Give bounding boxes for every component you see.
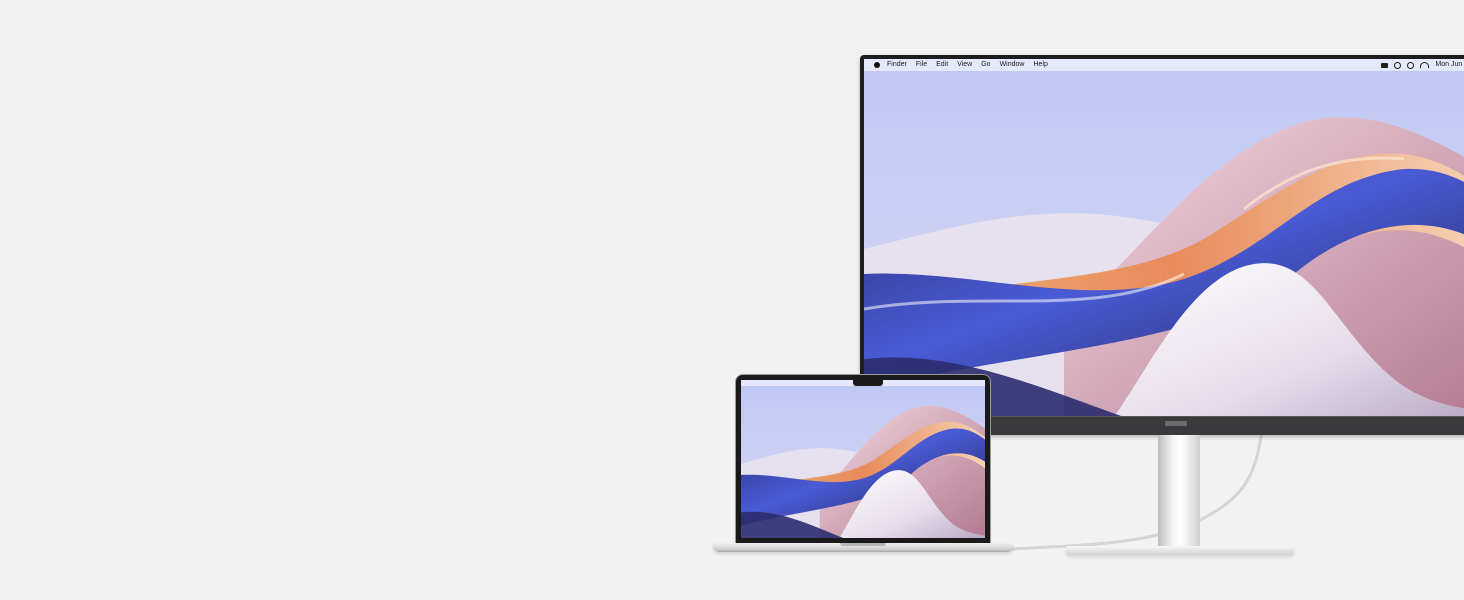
laptop-screen <box>741 380 985 538</box>
wallpaper-image <box>864 59 1464 417</box>
menu-item-help[interactable]: Help <box>1033 59 1047 71</box>
monitor-stand-base <box>1066 546 1294 555</box>
menu-clock[interactable]: Mon Jun 22 <box>1435 59 1464 71</box>
battery-icon[interactable] <box>1381 62 1389 68</box>
apple-icon[interactable] <box>874 62 880 68</box>
menu-item-window[interactable]: Window <box>1000 59 1025 71</box>
menu-item-go[interactable]: Go <box>981 59 990 71</box>
menu-item-finder[interactable]: Finder <box>887 59 907 71</box>
menu-item-view[interactable]: View <box>957 59 972 71</box>
menu-item-edit[interactable]: Edit <box>936 59 948 71</box>
laptop <box>736 375 990 543</box>
control-center-icon[interactable] <box>1394 61 1402 69</box>
menu-bar: Finder File Edit View Go Window Help Mon… <box>864 59 1464 71</box>
laptop-opening-lip <box>840 543 886 546</box>
camera-notch <box>853 380 883 386</box>
monitor-logo <box>1165 421 1187 426</box>
product-scene: Finder File Edit View Go Window Help Mon… <box>0 0 1464 600</box>
monitor-stand-neck <box>1158 435 1200 548</box>
wifi-icon[interactable] <box>1420 62 1430 68</box>
monitor-screen: Finder File Edit View Go Window Help Mon… <box>864 59 1464 417</box>
search-icon[interactable] <box>1407 61 1415 69</box>
status-menus: Mon Jun 22 <box>1381 59 1464 71</box>
laptop-wallpaper-image <box>741 380 985 538</box>
menu-item-file[interactable]: File <box>916 59 927 71</box>
